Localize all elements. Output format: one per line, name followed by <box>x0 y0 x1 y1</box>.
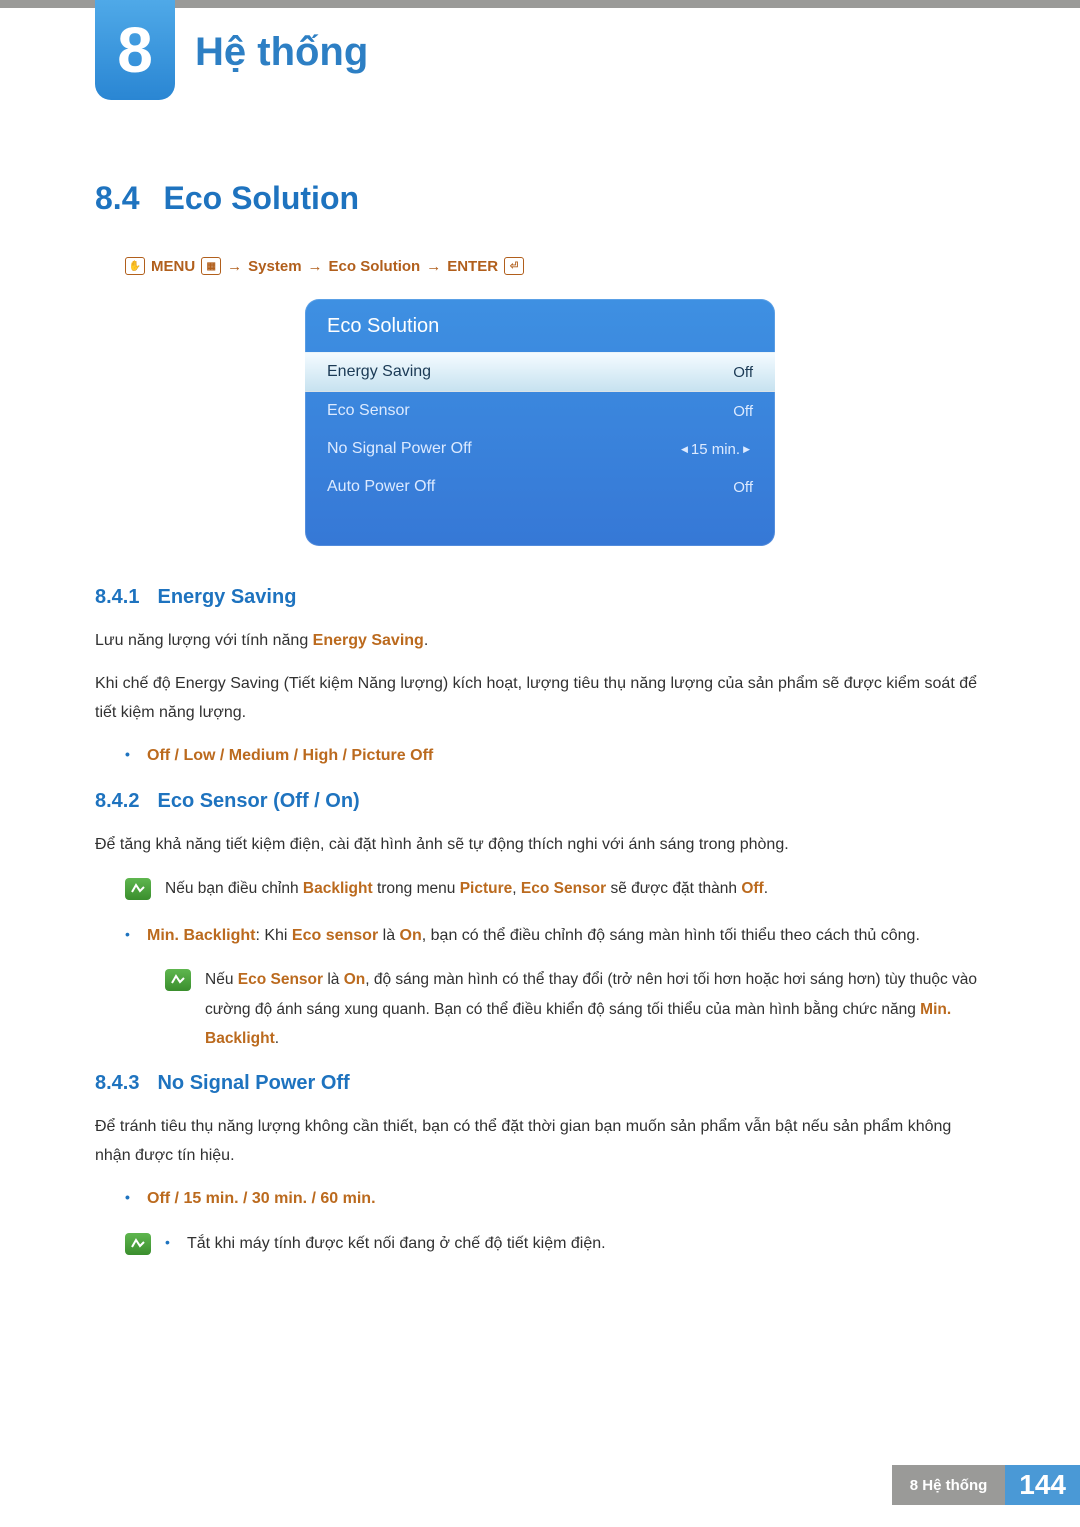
menu-grid-icon: ▦ <box>201 257 221 275</box>
bullet-list: Min. Backlight: Khi Eco sensor là On, bạ… <box>125 921 985 951</box>
subsection-number: 8.4.3 <box>95 1072 139 1094</box>
section-title: Eco Solution <box>163 180 359 216</box>
chapter-title: Hệ thống <box>195 30 368 75</box>
osd-row[interactable]: No Signal Power Off ◀15 min.▶ <box>305 430 775 468</box>
note-icon <box>125 878 151 900</box>
nav-system: System <box>248 258 301 275</box>
nav-arrow: → <box>426 258 441 275</box>
nav-arrow: → <box>308 258 323 275</box>
subsection-title: Energy Saving <box>157 586 296 608</box>
osd-row-label: Auto Power Off <box>327 478 435 496</box>
section-number: 8.4 <box>95 180 139 216</box>
option-item: Off / 15 min. / 30 min. / 60 min. <box>125 1184 985 1214</box>
note-block: Nếu bạn điều chỉnh Backlight trong menu … <box>125 874 985 903</box>
nav-eco-solution: Eco Solution <box>329 258 421 275</box>
remote-icon: ✋ <box>125 257 145 275</box>
note-icon <box>165 969 191 991</box>
osd-row-value: Off <box>733 479 753 496</box>
note-block-nested: Nếu Eco Sensor là On, độ sáng màn hình c… <box>165 965 985 1053</box>
subsection-heading-842: 8.4.2 Eco Sensor (Off / On) <box>95 790 985 813</box>
osd-title: Eco Solution <box>305 299 775 352</box>
page-number: 144 <box>1005 1465 1080 1505</box>
body-text: Để tránh tiêu thụ năng lượng không cần t… <box>95 1113 985 1171</box>
option-list: Off / Low / Medium / High / Picture Off <box>125 741 985 771</box>
body-text: Lưu năng lượng với tính năng Energy Savi… <box>95 627 985 656</box>
right-triangle-icon: ▶ <box>743 444 750 454</box>
note-text: Nếu bạn điều chỉnh Backlight trong menu … <box>165 874 768 903</box>
chapter-number-tab: 8 <box>95 0 175 100</box>
osd-row-value: Off <box>733 364 753 381</box>
nav-menu-label: MENU <box>151 258 195 275</box>
subsection-title: Eco Sensor (Off / On) <box>157 790 359 812</box>
osd-row[interactable]: Eco Sensor Off <box>305 392 775 430</box>
note-block: Tắt khi máy tính được kết nối đang ở chế… <box>125 1229 985 1273</box>
subsection-title: No Signal Power Off <box>157 1072 349 1094</box>
osd-row-value: ◀15 min.▶ <box>678 441 753 458</box>
osd-row[interactable]: Energy Saving Off <box>305 352 775 392</box>
osd-row-value: Off <box>733 403 753 420</box>
left-triangle-icon: ◀ <box>681 444 688 454</box>
note-bullet-item: Tắt khi máy tính được kết nối đang ở chế… <box>165 1229 606 1259</box>
menu-navigation-path: ✋ MENU ▦ → System → Eco Solution → ENTER… <box>125 257 985 275</box>
page-content: 8.4 Eco Solution ✋ MENU ▦ → System → Eco … <box>95 180 985 1291</box>
nav-arrow: → <box>227 258 242 275</box>
option-list: Off / 15 min. / 30 min. / 60 min. <box>125 1184 985 1214</box>
subsection-heading-841: 8.4.1 Energy Saving <box>95 586 985 609</box>
body-text: Để tăng khả năng tiết kiệm điện, cài đặt… <box>95 831 985 860</box>
enter-icon: ⏎ <box>504 257 524 275</box>
osd-row-label: Energy Saving <box>327 363 431 381</box>
footer-breadcrumb: 8 Hệ thống <box>892 1465 1006 1505</box>
note-bullet-list: Tắt khi máy tính được kết nối đang ở chế… <box>165 1229 606 1259</box>
subsection-number: 8.4.2 <box>95 790 139 812</box>
body-text: Khi chế độ Energy Saving (Tiết kiệm Năng… <box>95 670 985 728</box>
osd-row-label: No Signal Power Off <box>327 440 472 458</box>
subsection-heading-843: 8.4.3 No Signal Power Off <box>95 1072 985 1095</box>
osd-row[interactable]: Auto Power Off Off <box>305 468 775 506</box>
section-heading: 8.4 Eco Solution <box>95 180 985 217</box>
osd-panel: Eco Solution Energy Saving Off Eco Sensor O… <box>305 299 775 546</box>
note-icon <box>125 1233 151 1255</box>
osd-row-label: Eco Sensor <box>327 402 410 420</box>
bullet-item: Min. Backlight: Khi Eco sensor là On, bạ… <box>125 921 985 951</box>
note-text: Nếu Eco Sensor là On, độ sáng màn hình c… <box>205 965 985 1053</box>
option-item: Off / Low / Medium / High / Picture Off <box>125 741 985 771</box>
subsection-number: 8.4.1 <box>95 586 139 608</box>
page-footer: 8 Hệ thống 144 <box>892 1465 1080 1505</box>
nav-enter-label: ENTER <box>447 258 498 275</box>
